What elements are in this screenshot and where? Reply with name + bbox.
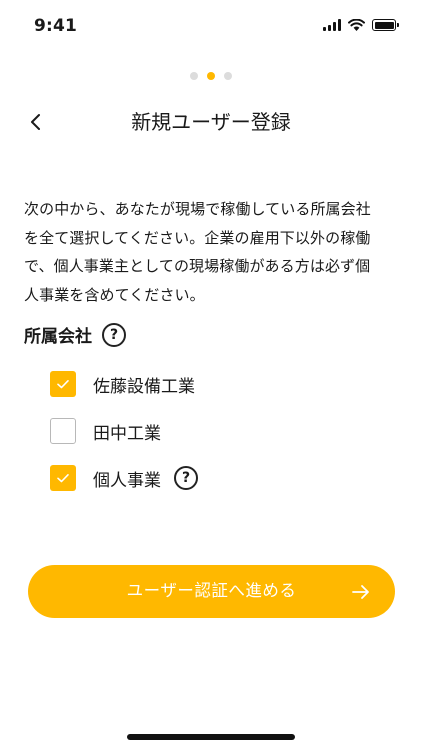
section-title: 所属会社: [24, 327, 92, 347]
description-line: で、個人事業主としての現場稼働がある方は必ず個: [24, 257, 371, 275]
checkbox-unchecked[interactable]: [50, 418, 76, 444]
status-bar: 9:41: [0, 0, 422, 54]
description-line: 人事業を含めてください。: [24, 285, 205, 304]
checkmark-icon: [57, 380, 69, 389]
checkbox-checked[interactable]: [50, 465, 76, 491]
step-dot: [190, 72, 198, 80]
home-indicator: [127, 734, 295, 740]
option-label: 個人事業: [93, 470, 161, 491]
section-header: 所属会社 ?: [24, 322, 126, 347]
step-dot-active: [207, 72, 215, 80]
checkbox-checked[interactable]: [50, 371, 76, 397]
wifi-icon: [348, 19, 365, 31]
page-title: 新規ユーザー登録: [131, 110, 291, 134]
cellular-signal-icon: [323, 19, 341, 31]
option-label: 田中工業: [93, 423, 161, 444]
option-kojin-jigyo[interactable]: 個人事業 ?: [50, 464, 198, 492]
description-line: 次の中から、あなたが現場で稼働している所属会社: [24, 200, 371, 218]
battery-icon: [372, 19, 399, 31]
company-options: 佐藤設備工業 田中工業 個人事業 ?: [50, 370, 198, 511]
help-icon[interactable]: ?: [102, 322, 126, 347]
step-dot: [224, 72, 232, 80]
system-icons: [323, 19, 399, 31]
description-text: 次の中から、あなたが現場で稼働している所属会社 を全て選択してください。企業の雇…: [24, 195, 404, 309]
step-indicator: [0, 72, 422, 80]
option-tanaka-kogyo[interactable]: 田中工業: [50, 417, 198, 445]
checkmark-icon: [57, 474, 69, 483]
option-sato-setsubi-kogyo[interactable]: 佐藤設備工業: [50, 370, 198, 398]
proceed-to-verification-button[interactable]: ユーザー認証へ進める: [28, 565, 395, 618]
proceed-button-label: ユーザー認証へ進める: [126, 582, 297, 600]
help-icon[interactable]: ?: [174, 466, 198, 490]
description-line: を全て選択してください。企業の雇用下以外の稼働: [24, 228, 371, 247]
option-label: 佐藤設備工業: [93, 376, 195, 397]
arrow-right-icon: [352, 585, 369, 599]
status-time: 9:41: [34, 16, 78, 36]
